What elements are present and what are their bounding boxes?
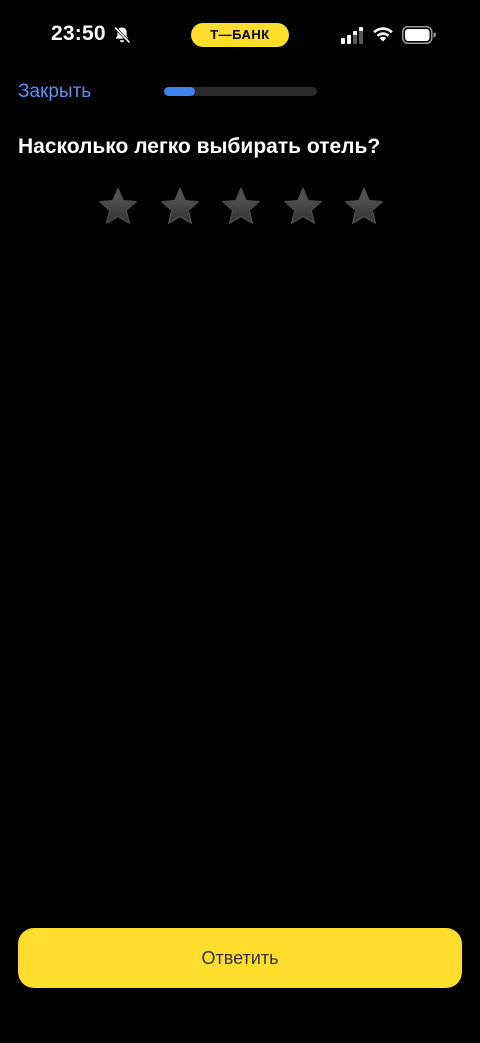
star-icon[interactable] bbox=[342, 185, 386, 229]
close-button[interactable]: Закрыть bbox=[18, 80, 91, 104]
bank-brand-badge[interactable]: Т—БАНК bbox=[191, 23, 289, 47]
wifi-icon bbox=[372, 25, 394, 43]
star-icon[interactable] bbox=[158, 185, 202, 229]
status-bar: 23:50 Т—БАНК bbox=[0, 0, 480, 70]
survey-progress-fill bbox=[164, 87, 195, 96]
star-icon[interactable] bbox=[281, 185, 325, 229]
survey-question: Насколько легко выбирать отель? bbox=[18, 135, 381, 158]
answer-button[interactable]: Ответить bbox=[18, 928, 462, 988]
star-icon[interactable] bbox=[219, 185, 263, 229]
star-icon[interactable] bbox=[96, 185, 140, 229]
bell-off-icon bbox=[112, 25, 132, 45]
survey-progress-bar bbox=[164, 87, 317, 96]
battery-icon bbox=[402, 26, 436, 44]
status-time: 23:50 bbox=[51, 22, 106, 45]
star-rating bbox=[96, 185, 386, 229]
signal-icon bbox=[340, 27, 364, 45]
